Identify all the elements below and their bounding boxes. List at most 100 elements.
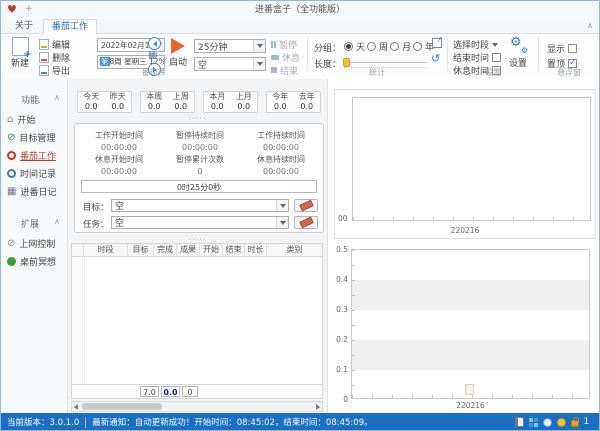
sidebar-item-meditation[interactable]: 桌前冥想 [7,255,56,268]
histogram-xtick: 220216 [351,401,590,410]
goal-select[interactable]: 空 [111,199,289,212]
radio-week[interactable]: 周 [367,40,388,52]
start-button[interactable]: 启动 [165,38,191,68]
week-info-highlight: 第 [100,57,110,66]
sidebar-item-time-record[interactable]: 时间记录 [7,167,56,180]
histogram-chart: 0.5 0.4 0.3 0.2 0.1 0 220216 [334,244,596,410]
pause-icon [271,41,276,48]
ribbon-collapse-icon[interactable]: ∧ [587,21,593,30]
prev-day-button[interactable] [148,37,161,50]
radio-week-icon [367,42,376,51]
center-panel: 今天昨天 0.00.0 本周上周 0.00.0 本月上月 0.00.0 今年去年… [68,79,327,413]
stat-year[interactable]: 今年去年 0.00.0 [266,91,321,113]
rest-button[interactable]: 休息 [271,51,300,63]
radio-month[interactable]: 月 [390,40,411,52]
sidebar-item-goal-management[interactable]: ⊘ 目标管理 [7,131,55,144]
col-header-end[interactable]: 结束 [223,244,245,256]
stat-week[interactable]: 本周上周 0.00.0 [140,91,195,113]
radio-year[interactable]: 年 [413,40,434,52]
status-icons: 1 [515,417,589,427]
sidebar-item-pomodoro-work[interactable]: 番茄工作 [7,149,56,162]
ytick-02: 0.2 [334,335,348,344]
footer-total-2: 0.0 [161,386,180,397]
task-clear-button[interactable] [294,216,318,229]
chart-export-icon[interactable]: ↗ [432,38,442,48]
time-record-icon [7,169,16,178]
ribbon-tab-row: 关于 番茄工作 ∧ [1,19,599,34]
delete-button[interactable]: 删除 [39,51,70,63]
grouping-label: 分组： [314,41,341,54]
scroll-right-icon[interactable] [316,404,320,410]
ytick-03: 0.3 [334,305,348,314]
goal-dropdown-icon [276,200,288,211]
settings-button[interactable]: ⚙ ⚙ 设置 [504,37,532,69]
scrollbar-thumb[interactable] [82,403,162,410]
calendar-icon[interactable]: ▦ [148,50,157,61]
table-header-row: 时段 目标 完成 成果 开始 结束 时长 类别 [71,243,323,257]
timeline-chart: 00 220216 [334,89,596,239]
sidebar-section-functions: 功能 ∧ [1,93,68,106]
field-pause-duration: 暂停持续时间00:00:00 [158,130,242,152]
field-rest-duration: 休息持续时间00:00:00 [239,154,323,176]
field-work-duration: 工作持续时间00:00:00 [239,130,323,152]
status-bar: 当前版本：3.0.1.0 最新通知：自动更新成功！开始时间：08:45:02，结… [1,413,599,431]
collapse-functions-icon[interactable]: ∧ [54,93,60,106]
radio-month-icon [390,42,399,51]
col-header-duration[interactable]: 时长 [245,244,267,256]
radio-day[interactable]: 天 [344,40,365,52]
sidebar-item-start[interactable]: ⌂ 开始 [7,113,35,126]
refresh-icon[interactable]: ↺ [431,53,440,64]
lock-count: 1 [584,417,589,427]
task-label: 任务： [83,218,109,230]
edit-icon [39,39,49,50]
edit-button[interactable]: 编辑 [39,38,70,50]
splitter-top[interactable]: ····· [68,116,327,122]
play-icon [171,38,185,54]
length-slider-track[interactable] [344,62,426,63]
bulb-icon[interactable] [543,418,552,427]
quick-access-customize-icon[interactable]: + [25,4,33,14]
end-time-checkbox-icon [492,53,501,62]
sidebar-item-diary[interactable]: ▦ 进番日记 [7,185,56,198]
table-footer: 7.0 0.0 0 [71,385,323,399]
collapse-extensions-icon[interactable]: ∧ [54,217,60,230]
col-header-start[interactable]: 开始 [200,244,223,256]
pause-button[interactable]: 暂停 [271,38,297,50]
row-selector-header [72,244,84,256]
sidebar-section-extensions: 扩展 ∧ [1,217,68,230]
tab-about[interactable]: 关于 [7,19,41,34]
radio-day-icon [344,42,353,51]
diary-icon: ▦ [7,186,16,197]
col-header-period[interactable]: 时段 [84,244,128,256]
end-time-checkbox[interactable]: 结束时间 [453,51,501,63]
lock-icon[interactable] [571,420,579,427]
horizontal-scrollbar[interactable] [71,401,323,412]
sidebar-item-internet-control[interactable]: ⊘ 上网控制 [7,237,55,250]
col-header-goal[interactable]: 目标 [128,244,154,256]
meditation-icon [7,257,16,266]
eraser-icon [299,200,314,212]
duration-select[interactable]: 25分钟 [194,39,266,53]
tomato-clock-icon [7,151,16,160]
float-show-checkbox[interactable]: 显示 [547,42,577,54]
stat-month[interactable]: 本月上月 0.00.0 [203,91,258,113]
col-header-category[interactable]: 类别 [267,244,322,256]
length-slider-handle[interactable] [343,58,350,67]
windows-icon[interactable] [529,418,538,427]
select-period-dropdown[interactable]: 选择时段 [453,38,498,50]
notebook-icon[interactable] [515,417,524,427]
new-button[interactable]: + 新建 [5,37,35,69]
smiley-icon[interactable] [557,418,566,427]
col-header-done[interactable]: 完成 [154,244,177,256]
task-select[interactable]: 空 [111,216,289,229]
float-show-checkbox-icon [568,44,577,53]
timeline-xtick: 220216 [335,226,595,235]
stat-today-yesterday[interactable]: 今天昨天 0.00.0 [77,91,132,113]
scroll-left-icon[interactable] [74,404,78,410]
goal-clear-button[interactable] [294,199,318,212]
group-label-stats: 统计 [308,68,446,78]
table-body[interactable] [71,257,323,385]
home-icon: ⌂ [7,114,13,125]
app-logo-icon: ♥ [7,4,17,15]
col-header-result[interactable]: 成果 [177,244,200,256]
